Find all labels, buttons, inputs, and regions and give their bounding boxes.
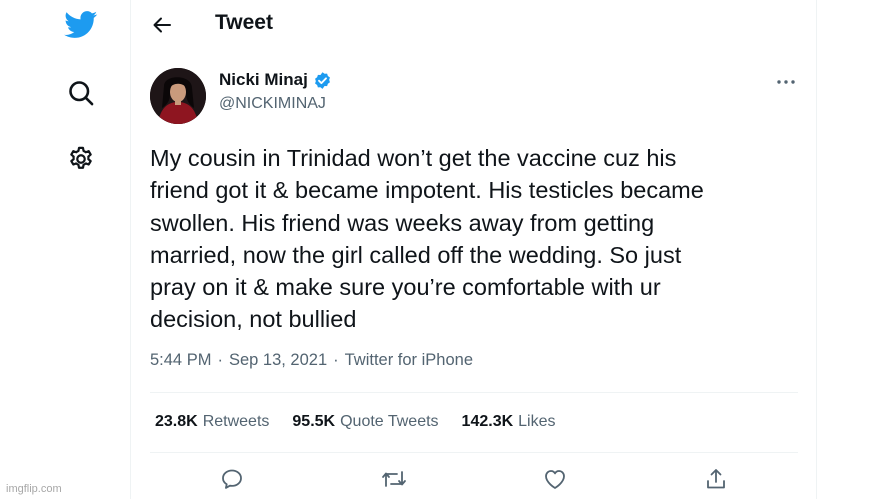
arrow-left-icon (153, 17, 171, 33)
more-options-button[interactable] (773, 72, 799, 92)
author-name[interactable]: Nicki Minaj (219, 70, 308, 90)
avatar[interactable] (150, 68, 206, 124)
reply-button[interactable] (217, 464, 247, 494)
tweet-meta: 5:44 PM · Sep 13, 2021 · Twitter for iPh… (150, 351, 473, 370)
retweet-icon (382, 471, 406, 487)
tweet-source[interactable]: Twitter for iPhone (345, 351, 473, 370)
tweet-detail-panel: Tweet Nicki Minaj @NICKIMINAJ My cousin … (131, 0, 817, 499)
header-bar: Tweet (131, 0, 817, 50)
page-title: Tweet (215, 11, 273, 34)
tweet-time[interactable]: 5:44 PM (150, 351, 211, 370)
quote-tweets-stat[interactable]: 95.5K Quote Tweets (292, 413, 438, 431)
divider (150, 392, 798, 393)
verified-badge-icon (313, 71, 332, 90)
meta-separator: · (333, 351, 339, 369)
left-rail (0, 0, 131, 499)
like-icon (545, 470, 565, 489)
more-icon (777, 80, 795, 84)
quote-tweets-label: Quote Tweets (340, 413, 439, 430)
retweets-count: 23.8K (155, 413, 198, 430)
meta-separator: · (217, 351, 223, 369)
like-button[interactable] (540, 464, 570, 494)
tweet-date[interactable]: Sep 13, 2021 (229, 351, 327, 370)
reply-icon (222, 469, 242, 489)
likes-label: Likes (518, 413, 556, 430)
watermark: imgflip.com (6, 483, 62, 495)
tweet-actions (131, 464, 817, 494)
back-button[interactable] (149, 12, 175, 38)
share-button[interactable] (701, 464, 731, 494)
divider (150, 452, 798, 453)
engagement-stats: 23.8K Retweets 95.5K Quote Tweets 142.3K… (155, 413, 579, 431)
tweet-text: My cousin in Trinidad won’t get the vacc… (150, 145, 704, 333)
likes-stat[interactable]: 142.3K Likes (462, 413, 556, 431)
quote-tweets-count: 95.5K (292, 413, 336, 430)
author-name-row: Nicki Minaj (219, 70, 332, 90)
retweets-stat[interactable]: 23.8K Retweets (155, 413, 269, 431)
search-icon[interactable] (64, 76, 98, 110)
share-icon (707, 469, 725, 489)
retweets-label: Retweets (202, 413, 270, 430)
gear-icon[interactable] (64, 142, 98, 176)
author-handle[interactable]: @NICKIMINAJ (219, 95, 326, 113)
twitter-logo-icon[interactable] (62, 8, 100, 42)
retweet-button[interactable] (379, 464, 409, 494)
likes-count: 142.3K (461, 413, 514, 430)
